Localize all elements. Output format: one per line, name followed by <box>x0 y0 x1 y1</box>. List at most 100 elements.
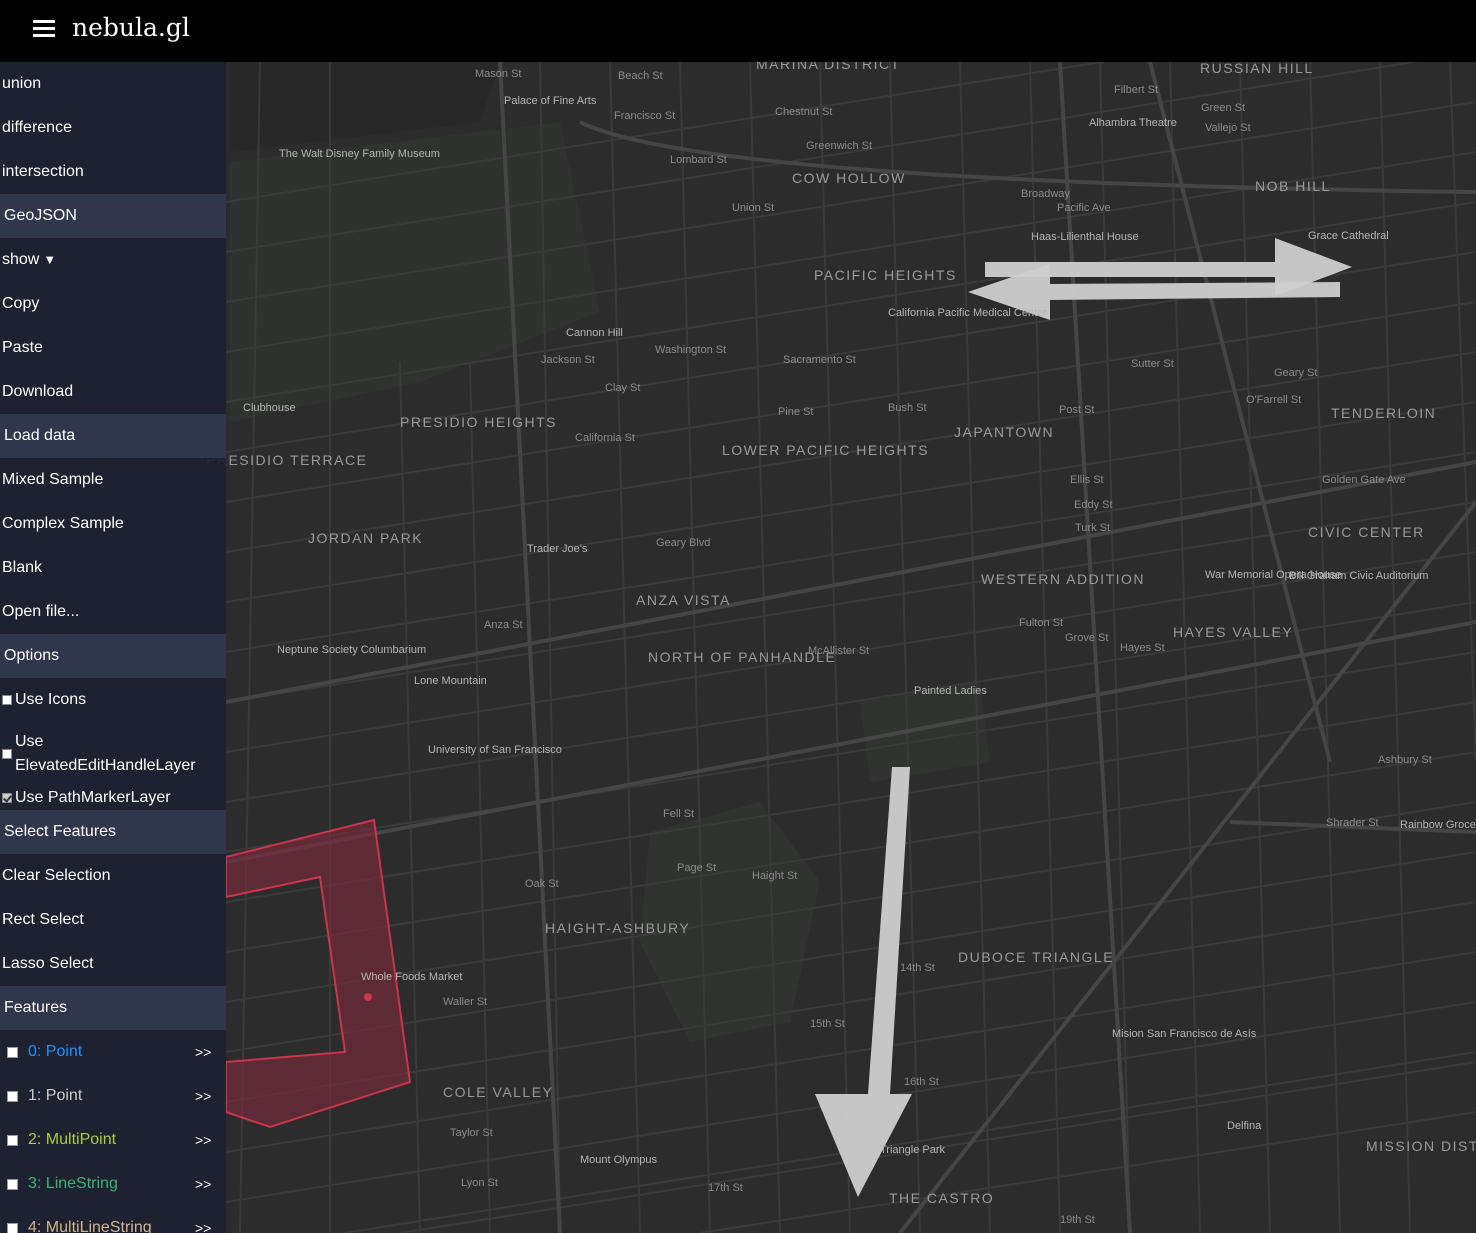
mixed-sample-button[interactable]: Mixed Sample <box>0 458 226 502</box>
map-label-poi: Painted Ladies <box>914 685 987 697</box>
use-elevated-edit-handle-layer-label: Use ElevatedEditHandleLayer <box>15 733 196 774</box>
open-file-button[interactable]: Open file... <box>0 590 226 634</box>
map-label-poi: Triangle Park <box>880 1144 946 1156</box>
feature-row[interactable]: 3: LineString >> <box>0 1162 226 1206</box>
use-elevated-edit-handle-layer-checkbox[interactable] <box>2 749 12 759</box>
use-path-marker-layer-label: Use PathMarkerLayer <box>15 789 171 806</box>
hamburger-menu-icon[interactable] <box>33 20 55 38</box>
map-label-street: Francisco St <box>614 110 676 122</box>
map-label-street: Jackson St <box>541 354 595 366</box>
map-label-poi: Whole Foods Market <box>361 971 463 983</box>
map-label-street: Grove St <box>1065 632 1109 644</box>
map-label-street: Beach St <box>618 70 663 82</box>
map-label-poi: Bill Graham Civic Auditorium <box>1289 570 1429 582</box>
map-label-poi: Delfina <box>1227 1120 1262 1132</box>
union-button[interactable]: union <box>0 62 226 106</box>
map-label-street: Fell St <box>663 808 695 820</box>
map-label-street: Eddy St <box>1074 499 1113 511</box>
lasso-select-button[interactable]: Lasso Select <box>0 942 226 986</box>
map-label-street: Oak St <box>525 878 559 890</box>
difference-button[interactable]: difference <box>0 106 226 150</box>
map-label-poi: Lone Mountain <box>414 675 487 687</box>
paste-button[interactable]: Paste <box>0 326 226 370</box>
map-label-poi: University of San Francisco <box>428 744 562 756</box>
triangle-down-icon: ▼ <box>43 252 57 267</box>
use-path-marker-layer-checkbox[interactable] <box>2 793 12 803</box>
map-label-district: HAIGHT-ASHBURY <box>545 920 691 936</box>
feature-checkbox[interactable] <box>7 1222 18 1233</box>
show-label: show <box>2 251 40 268</box>
feature-expand-button[interactable]: >> <box>195 1176 211 1192</box>
feature-label[interactable]: 1: Point <box>28 1087 82 1105</box>
feature-checkbox[interactable] <box>7 1134 18 1146</box>
section-header-features: Features <box>0 986 226 1030</box>
feature-row[interactable]: 0: Point >> <box>0 1030 226 1074</box>
section-header-select-features: Select Features <box>0 810 226 854</box>
map-label-district: MARINA DISTRICT <box>756 62 901 72</box>
map-label-street: Ashbury St <box>1378 754 1432 766</box>
map-label-street: 15th St <box>810 1018 845 1030</box>
feature-label[interactable]: 0: Point <box>28 1043 82 1061</box>
map-label-street: Greenwich St <box>806 140 873 152</box>
use-icons-option[interactable]: Use Icons <box>0 678 226 722</box>
map-label-district: PRESIDIO HEIGHTS <box>400 414 558 430</box>
feature-row[interactable]: 1: Point >> <box>0 1074 226 1118</box>
top-bar: nebula.gl <box>0 0 1476 62</box>
feature-expand-button[interactable]: >> <box>195 1132 211 1148</box>
blank-button[interactable]: Blank <box>0 546 226 590</box>
copy-button[interactable]: Copy <box>0 282 226 326</box>
map-label-street: Mason St <box>475 68 522 80</box>
show-geojson-toggle[interactable]: show ▼ <box>0 238 226 282</box>
use-icons-checkbox[interactable] <box>2 695 12 705</box>
map-label-street: Geary Blvd <box>656 537 711 549</box>
map-label-street: Post St <box>1059 404 1095 416</box>
map-label-street: Lombard St <box>670 154 727 166</box>
map-label-district: RUSSIAN HILL <box>1200 62 1314 76</box>
map-label-street: California St <box>575 432 635 444</box>
use-elevated-edit-handle-layer-option[interactable]: Use ElevatedEditHandleLayer <box>0 722 226 786</box>
map-label-street: Lyon St <box>461 1177 498 1189</box>
map-label-district: CIVIC CENTER <box>1308 524 1425 540</box>
map-label-poi: Grace Cathedral <box>1308 230 1389 242</box>
map-label-street: Page St <box>677 862 717 874</box>
map-label-poi: Neptune Society Columbarium <box>277 644 427 656</box>
complex-sample-button[interactable]: Complex Sample <box>0 502 226 546</box>
feature-checkbox[interactable] <box>7 1046 18 1058</box>
map-label-poi: California Pacific Medical Center <box>888 307 1047 319</box>
feature-label[interactable]: 3: LineString <box>28 1175 118 1193</box>
map-label-poi: Cannon Hill <box>566 327 623 339</box>
intersection-button[interactable]: intersection <box>0 150 226 194</box>
feature-checkbox[interactable] <box>7 1090 18 1102</box>
map-label-poi: Haas-Lilienthal House <box>1031 231 1139 243</box>
use-path-marker-layer-option[interactable]: Use PathMarkerLayer <box>0 786 226 810</box>
map-label-poi: Mount Olympus <box>580 1154 658 1166</box>
map-label-district: HAYES VALLEY <box>1173 624 1294 640</box>
feature-expand-button[interactable]: >> <box>195 1088 211 1104</box>
clear-selection-button[interactable]: Clear Selection <box>0 854 226 898</box>
feature-label[interactable]: 2: MultiPoint <box>28 1131 116 1149</box>
feature-expand-button[interactable]: >> <box>195 1044 211 1060</box>
feature-label[interactable]: 4: MultiLineString <box>28 1219 152 1233</box>
sidebar: union difference intersection GeoJSON sh… <box>0 62 226 1233</box>
map-label-street: Bush St <box>888 402 927 414</box>
map-label-street: Filbert St <box>1114 84 1159 96</box>
feature-row[interactable]: 4: MultiLineString >> <box>0 1206 226 1233</box>
map-label-street: Taylor St <box>450 1127 493 1139</box>
map-label-street: Pine St <box>778 406 814 418</box>
feature-expand-button[interactable]: >> <box>195 1220 211 1233</box>
map-label-district: TENDERLOIN <box>1331 405 1437 421</box>
map-label-street: Turk St <box>1075 522 1111 534</box>
map-label-street: Clay St <box>605 382 641 394</box>
feature-row[interactable]: 2: MultiPoint >> <box>0 1118 226 1162</box>
map-label-street: Broadway <box>1021 188 1070 200</box>
map-label-district: THE CASTRO <box>889 1190 995 1206</box>
map-label-street: Anza St <box>484 619 523 631</box>
download-button[interactable]: Download <box>0 370 226 414</box>
section-header-load-data: Load data <box>0 414 226 458</box>
map-label-street: Ellis St <box>1070 474 1104 486</box>
feature-checkbox[interactable] <box>7 1178 18 1190</box>
rect-select-button[interactable]: Rect Select <box>0 898 226 942</box>
map-label-street: 17th St <box>708 1182 743 1194</box>
map-label-street: Waller St <box>443 996 488 1008</box>
map-label-street: Green St <box>1201 102 1246 114</box>
